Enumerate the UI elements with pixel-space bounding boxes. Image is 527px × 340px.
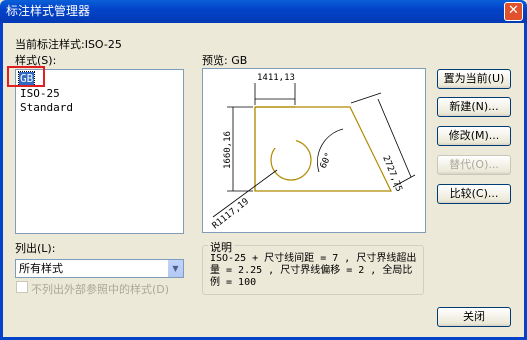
list-filter-label: 列出(L): [15, 242, 56, 255]
chevron-down-icon[interactable]: ▼ [167, 260, 183, 277]
set-current-button[interactable]: 置为当前(U) [437, 69, 511, 89]
modify-style-button[interactable]: 修改(M)... [437, 126, 511, 146]
dim-slant-text: 2727,75 [380, 154, 403, 193]
close-window-icon[interactable]: ✕ [504, 2, 523, 21]
style-item-iso-25[interactable]: ISO-25 [19, 87, 61, 101]
description-text: ISO-25 + 尺寸线间距 = 7 , 尺寸界线超出量 = 2.25 , 尺寸… [210, 253, 417, 288]
preview-drawing: 1411,13 1660,16 2727,75 60° R1117,19 [211, 73, 416, 231]
list-filter-value: 所有样式 [19, 262, 63, 275]
styles-listbox[interactable]: GB ISO-25 Standard [15, 69, 184, 234]
title-bar: 标注样式管理器 ✕ [0, 0, 527, 23]
override-style-button[interactable]: 替代(O)... [437, 155, 511, 175]
dim-top-text: 1411,13 [257, 73, 295, 83]
dim-angle-text: 60° [319, 151, 335, 170]
preview-label: 预览: GB [202, 54, 248, 67]
highlight-annotation-box [7, 66, 45, 87]
exclude-xref-checkbox[interactable] [16, 281, 28, 293]
preview-pane: 1411,13 1660,16 2727,75 60° R1117,19 [202, 68, 426, 233]
current-style-label: 当前标注样式:ISO-25 [15, 38, 122, 51]
close-button[interactable]: 关闭 [437, 307, 511, 327]
exclude-xref-label: 不列出外部参照中的样式(D) [31, 283, 170, 296]
dim-left-text: 1660,16 [223, 131, 233, 169]
compare-styles-button[interactable]: 比较(C)... [437, 184, 511, 204]
list-filter-select[interactable]: 所有样式 ▼ [15, 259, 184, 278]
window-frame-left [0, 23, 3, 340]
window-title: 标注样式管理器 [6, 4, 91, 18]
style-item-standard[interactable]: Standard [19, 101, 74, 115]
new-style-button[interactable]: 新建(N)... [437, 97, 511, 117]
